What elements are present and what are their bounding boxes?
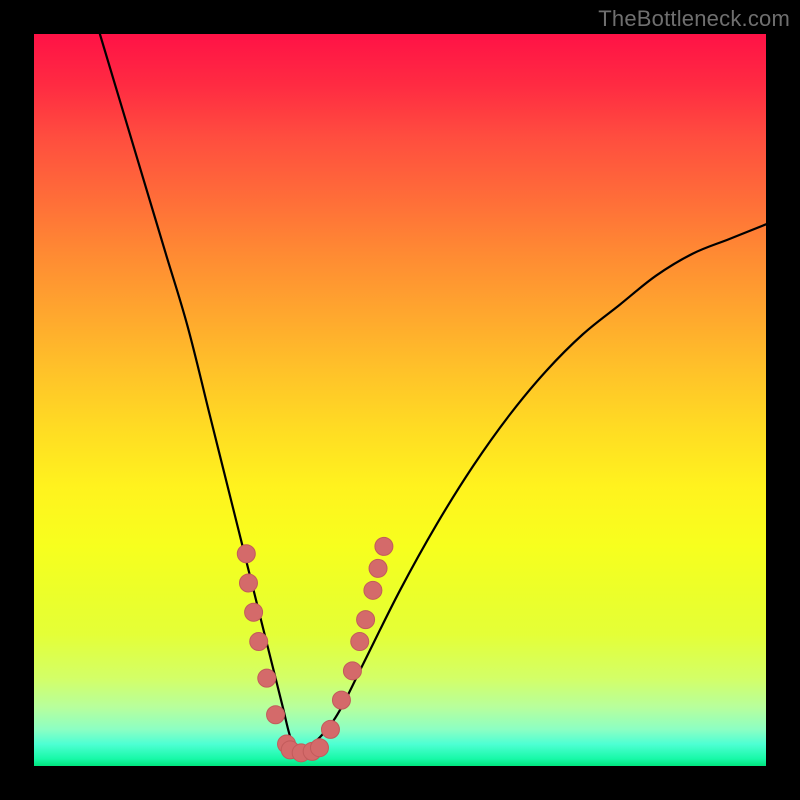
curve-right-branch <box>298 224 766 751</box>
data-marker <box>375 537 393 555</box>
curve-svg <box>34 34 766 766</box>
data-marker <box>239 574 257 592</box>
data-marker <box>258 669 276 687</box>
data-marker <box>310 739 328 757</box>
chart-stage: TheBottleneck.com <box>0 0 800 800</box>
data-marker <box>321 720 339 738</box>
data-marker <box>245 603 263 621</box>
plot-area <box>34 34 766 766</box>
data-marker <box>267 706 285 724</box>
data-marker <box>357 611 375 629</box>
data-marker <box>332 691 350 709</box>
watermark-text: TheBottleneck.com <box>598 6 790 32</box>
data-marker <box>364 581 382 599</box>
data-marker <box>369 559 387 577</box>
data-marker <box>237 545 255 563</box>
data-marker <box>250 633 268 651</box>
curve-group <box>100 34 766 751</box>
data-marker <box>351 633 369 651</box>
data-marker <box>343 662 361 680</box>
